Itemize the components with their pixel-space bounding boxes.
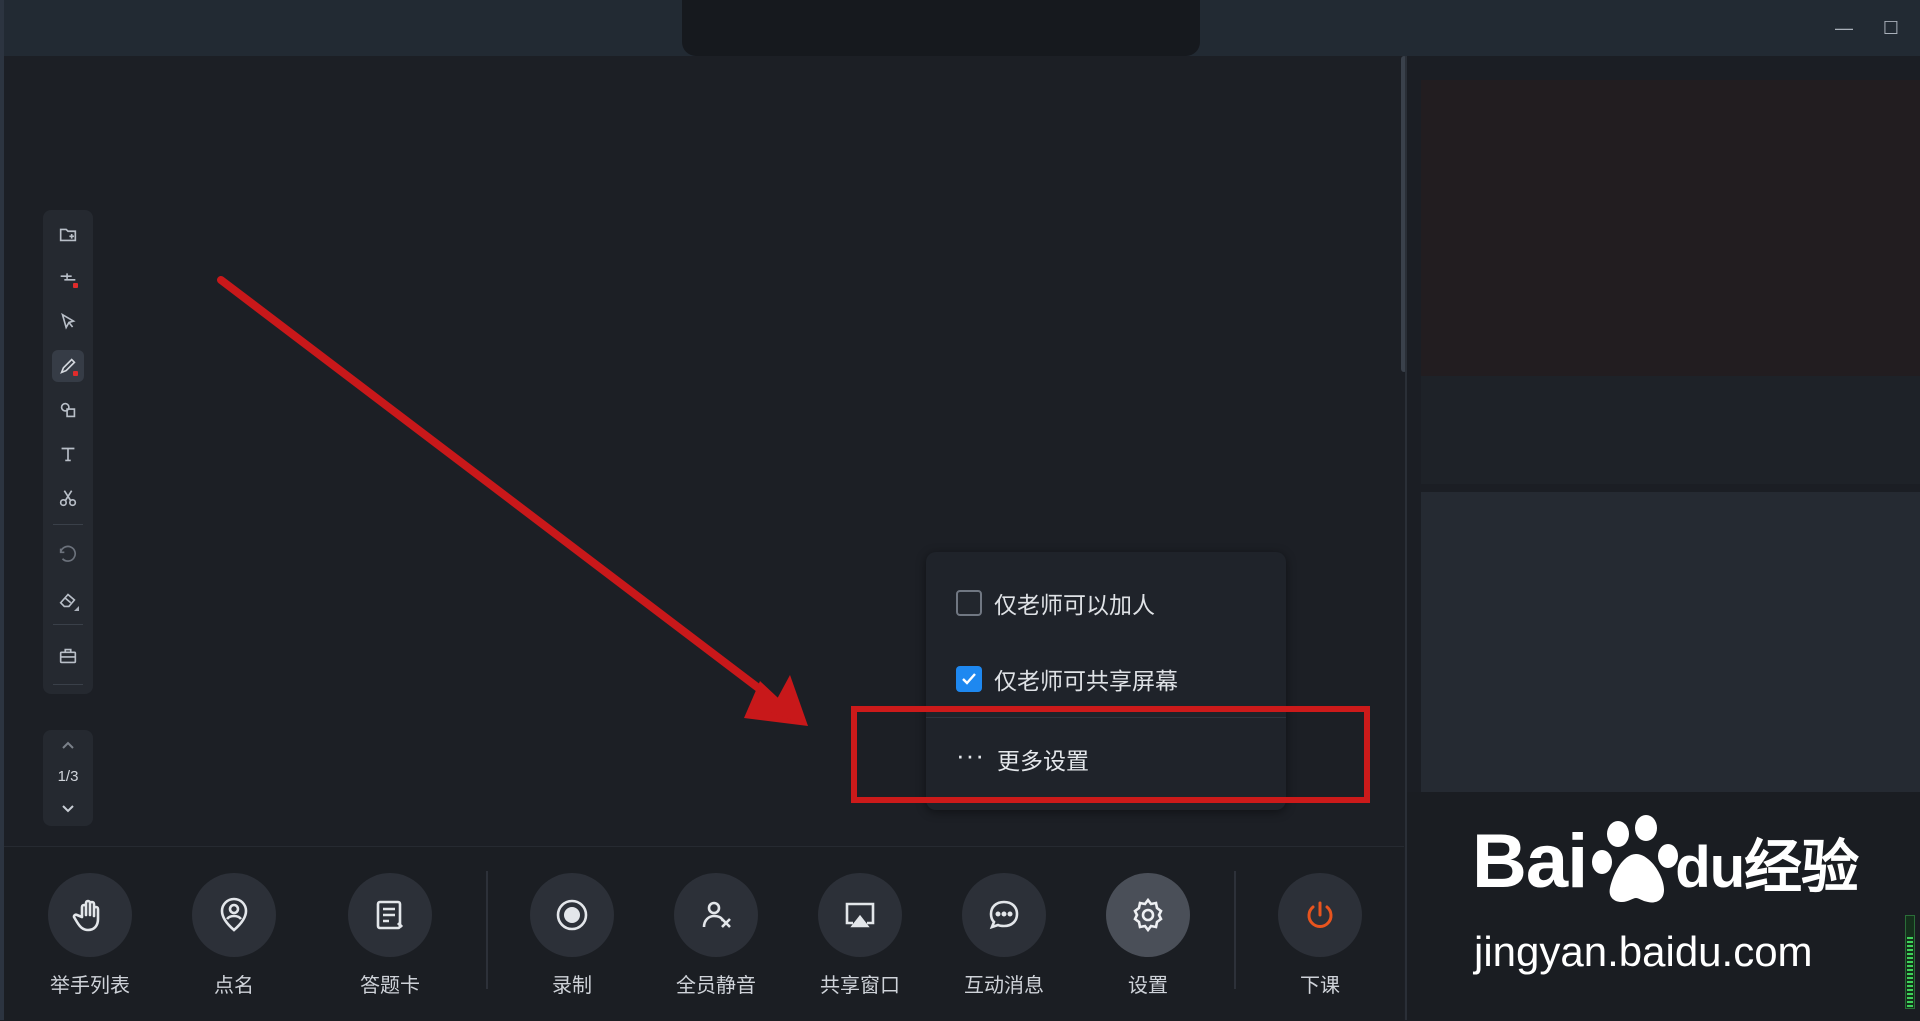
- toolbox-icon: [59, 648, 77, 664]
- add-page-icon: [59, 228, 77, 242]
- maximize-button[interactable]: ☐: [1877, 14, 1905, 42]
- more-dots-icon: ···: [956, 740, 985, 770]
- participant-info-area: [1421, 376, 1920, 484]
- shapes-tool[interactable]: [52, 394, 84, 426]
- chevron-down-icon[interactable]: [58, 798, 78, 818]
- button-caption: 设置: [1128, 975, 1168, 997]
- power-icon: [1307, 901, 1333, 928]
- active-color-dot: [73, 283, 78, 288]
- minimize-button[interactable]: —: [1830, 14, 1858, 42]
- eraser-tool[interactable]: [52, 584, 84, 616]
- share-window-icon: [845, 902, 875, 928]
- scissors-icon: [59, 490, 77, 507]
- chat-icon: [989, 900, 1019, 930]
- button-caption: 共享窗口: [820, 975, 900, 997]
- baidu-watermark-url: jingyan.baidu.com: [1474, 928, 1813, 975]
- button-caption: 举手列表: [50, 975, 130, 997]
- end-class-button[interactable]: 下课: [1250, 873, 1390, 998]
- title-bar-notch: [682, 0, 1200, 56]
- title-bar: — ☐: [0, 0, 1920, 56]
- button-caption: 录制: [552, 975, 592, 997]
- text-tool[interactable]: [52, 438, 84, 470]
- pen-color-dot: [73, 371, 78, 376]
- option-label: 仅老师可共享屏幕: [994, 668, 1178, 694]
- undo-tool[interactable]: [52, 540, 84, 572]
- raise-hand-icon: [72, 899, 100, 932]
- page-navigator: 1/3: [43, 730, 93, 826]
- select-tool[interactable]: [52, 306, 84, 338]
- toolbar-divider: [53, 624, 83, 625]
- roll-call-button[interactable]: 点名: [164, 873, 304, 998]
- more-settings-label: 更多设置: [996, 748, 1089, 774]
- share-window-button[interactable]: 共享窗口: [790, 873, 930, 998]
- toolbar-divider: [53, 684, 83, 685]
- button-caption: 互动消息: [964, 975, 1044, 997]
- checkbox-unchecked[interactable]: [956, 590, 982, 616]
- bottom-control-bar: 举手列表 点名 答题卡 录制 全员静音 共享窗口 互动消息 设置 下课: [4, 846, 1404, 1021]
- audio-level-fill: [1907, 937, 1913, 1007]
- text-icon: [61, 447, 75, 462]
- checkmark-icon: [962, 673, 976, 685]
- layers-tool[interactable]: [52, 262, 84, 294]
- pen-tool[interactable]: [52, 350, 84, 382]
- toolbox-tool[interactable]: [52, 640, 84, 672]
- record-icon: [556, 899, 588, 931]
- video-feed: [1421, 80, 1920, 376]
- option-only-teacher-share[interactable]: 仅老师可共享屏幕: [956, 662, 1178, 696]
- gear-icon: [1133, 897, 1163, 933]
- answer-card-icon: [376, 900, 404, 930]
- select-pointer-icon: [61, 312, 76, 330]
- add-page-tool[interactable]: [52, 218, 84, 250]
- option-only-teacher-add[interactable]: 仅老师可以加人: [956, 586, 1155, 620]
- chevron-up-icon[interactable]: [58, 736, 78, 756]
- toolbar-divider: [53, 524, 83, 525]
- mute-all-button[interactable]: 全员静音: [646, 873, 786, 998]
- button-caption: 全员静音: [676, 975, 756, 997]
- eraser-expand-indicator: [74, 606, 79, 611]
- page-indicator: 1/3: [57, 768, 79, 785]
- button-caption: 点名: [214, 975, 254, 997]
- raise-hand-list-button[interactable]: 举手列表: [20, 873, 160, 998]
- shapes-icon: [60, 402, 76, 418]
- answer-card-button[interactable]: 答题卡: [320, 873, 460, 998]
- chat-area: [1421, 492, 1920, 792]
- more-settings-item[interactable]: ··· 更多设置: [956, 742, 1089, 776]
- settings-button[interactable]: 设置: [1078, 873, 1218, 998]
- roll-call-icon: [220, 897, 248, 932]
- interactive-messages-button[interactable]: 互动消息: [934, 873, 1074, 998]
- record-button[interactable]: 录制: [502, 873, 642, 998]
- bar-divider: [486, 871, 488, 989]
- settings-popup: 仅老师可以加人 仅老师可共享屏幕 ··· 更多设置: [926, 552, 1286, 810]
- audio-level-meter: [1905, 915, 1915, 1009]
- button-caption: 答题卡: [360, 975, 420, 997]
- undo-icon: [59, 545, 77, 562]
- whiteboard-toolbar: [43, 210, 93, 694]
- mute-all-icon: [702, 901, 731, 928]
- scissors-tool[interactable]: [52, 482, 84, 514]
- option-label: 仅老师可以加人: [994, 592, 1155, 618]
- bar-divider: [1234, 871, 1236, 989]
- checkbox-checked[interactable]: [956, 666, 982, 692]
- popup-divider: [926, 717, 1286, 718]
- button-caption: 下课: [1300, 975, 1340, 997]
- baidu-paw-icon: [1592, 815, 1678, 903]
